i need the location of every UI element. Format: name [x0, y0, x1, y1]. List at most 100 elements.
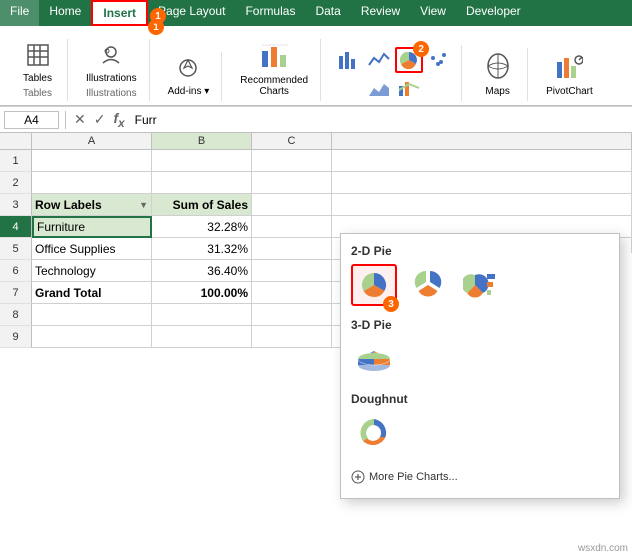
area-chart-button[interactable] — [365, 77, 393, 99]
column-headers: A B C — [0, 133, 632, 150]
cell-C8[interactable] — [252, 304, 332, 326]
tables-label: Tables — [23, 73, 52, 84]
cell-B5-office-supplies-value[interactable]: 31.32% — [152, 238, 252, 260]
function-icon[interactable]: fx — [111, 110, 126, 130]
cell-A4-furniture[interactable]: Furniture — [32, 216, 152, 238]
cell-B2[interactable] — [152, 172, 252, 194]
cell-C1[interactable] — [252, 150, 332, 172]
tables-icon — [26, 43, 50, 71]
3d-pie-title: 3-D Pie — [351, 318, 609, 332]
ribbon-group-charts: 2 — [327, 45, 462, 101]
more-pie-charts-label: More Pie Charts... — [369, 471, 458, 483]
pie-chart-button[interactable]: 2 — [395, 47, 423, 73]
more-pie-charts-link[interactable]: More Pie Charts... — [351, 466, 609, 488]
row-num-5: 5 — [0, 238, 32, 260]
tab-view[interactable]: View — [410, 0, 456, 26]
grand-total-text: Grand Total — [35, 286, 101, 300]
tables-button[interactable]: Tables — [19, 41, 56, 86]
ribbon-group-addins: Add-ins ▾ — [156, 52, 223, 101]
cell-A2[interactable] — [32, 172, 152, 194]
pie-2d-bar-button[interactable] — [459, 264, 505, 306]
cell-A8[interactable] — [32, 304, 152, 326]
row-num-1: 1 — [0, 150, 32, 172]
col-header-C[interactable]: C — [252, 133, 332, 149]
row-labels-text: Row Labels — [35, 198, 102, 212]
pie-2d-standard-button[interactable]: 3 — [351, 264, 397, 306]
furniture-text: Furniture — [37, 220, 85, 234]
formula-icons: ✕ ✓ fx — [72, 110, 127, 130]
pie-2d-exploded-button[interactable] — [405, 264, 451, 306]
main-area: A B C 1 2 3 Row Labels ▼ — [0, 133, 632, 556]
row-num-3: 3 — [0, 194, 32, 216]
scatter-chart-button[interactable] — [425, 49, 453, 71]
tab-home[interactable]: Home — [39, 0, 91, 26]
formula-divider — [65, 111, 66, 129]
chart-type-dropdown: 2-D Pie 3 — [340, 233, 620, 499]
cell-B3-sum-of-sales[interactable]: Sum of Sales — [152, 194, 252, 216]
formula-input[interactable] — [131, 112, 628, 128]
pivotchart-icon — [555, 52, 583, 84]
cell-A3-row-labels[interactable]: Row Labels ▼ — [32, 194, 152, 216]
pivotchart-label: PivotChart — [546, 86, 593, 97]
doughnut-button[interactable] — [351, 412, 397, 454]
cell-A5-office-supplies[interactable]: Office Supplies — [32, 238, 152, 260]
col-header-B[interactable]: B — [152, 133, 252, 149]
line-chart-button[interactable] — [365, 49, 393, 71]
recommended-charts-button[interactable]: RecommendedCharts — [236, 41, 312, 99]
cell-A6-technology[interactable]: Technology — [32, 260, 152, 282]
pie-3d-button[interactable] — [351, 338, 397, 380]
addins-label: Add-ins ▾ — [168, 86, 210, 97]
col-header-A[interactable]: A — [32, 133, 152, 149]
illustrations-label: Illustrations — [86, 73, 137, 84]
cell-C5[interactable] — [252, 238, 332, 260]
row-num-9: 9 — [0, 326, 32, 348]
cell-C2[interactable] — [252, 172, 332, 194]
cell-C6[interactable] — [252, 260, 332, 282]
row-num-7: 7 — [0, 282, 32, 304]
recommended-charts-icon — [260, 43, 288, 73]
cell-B1[interactable] — [152, 150, 252, 172]
addins-icon — [176, 56, 200, 84]
tab-formulas[interactable]: Formulas — [235, 0, 305, 26]
cell-A7-grand-total[interactable]: Grand Total — [32, 282, 152, 304]
bar-chart-button[interactable] — [335, 49, 363, 71]
tab-data[interactable]: Data — [305, 0, 350, 26]
ribbon-group-maps: Maps — [468, 48, 528, 101]
cell-A9[interactable] — [32, 326, 152, 348]
cell-C4[interactable] — [252, 216, 332, 238]
cell-B8[interactable] — [152, 304, 252, 326]
maps-icon — [484, 52, 512, 84]
cell-rest-3 — [332, 194, 632, 216]
cell-B7-grand-total-value[interactable]: 100.00% — [152, 282, 252, 304]
row-labels-dropdown[interactable]: ▼ — [139, 200, 148, 210]
table-row: 1 — [0, 150, 632, 172]
combo-chart-button[interactable] — [395, 77, 423, 99]
cell-C3[interactable] — [252, 194, 332, 216]
formula-bar: ✕ ✓ fx — [0, 107, 632, 133]
row-num-2: 2 — [0, 172, 32, 194]
tab-insert[interactable]: Insert — [91, 0, 148, 26]
row-num-4: 4 — [0, 216, 32, 238]
cell-B6-technology-value[interactable]: 36.40% — [152, 260, 252, 282]
cell-A1[interactable] — [32, 150, 152, 172]
row-num-header — [0, 133, 32, 149]
addins-button[interactable]: Add-ins ▾ — [164, 54, 214, 99]
tab-file[interactable]: File — [0, 0, 39, 26]
maps-button[interactable]: Maps — [480, 50, 516, 99]
confirm-formula-icon[interactable]: ✓ — [92, 111, 108, 128]
illustrations-button[interactable]: Illustrations — [82, 41, 141, 86]
pivotchart-button[interactable]: PivotChart — [542, 50, 597, 99]
technology-value: 36.40% — [207, 264, 248, 278]
row-num-8: 8 — [0, 304, 32, 326]
tab-developer[interactable]: Developer — [456, 0, 531, 26]
furniture-value: 32.28% — [207, 220, 248, 234]
illustrations-icon — [99, 43, 123, 71]
cell-B9[interactable] — [152, 326, 252, 348]
technology-text: Technology — [35, 264, 96, 278]
tab-review[interactable]: Review — [351, 0, 410, 26]
cell-B4-furniture-value[interactable]: 32.28% — [152, 216, 252, 238]
cell-C7[interactable] — [252, 282, 332, 304]
cancel-formula-icon[interactable]: ✕ — [72, 111, 88, 128]
cell-C9[interactable] — [252, 326, 332, 348]
cell-reference-input[interactable] — [4, 111, 59, 129]
